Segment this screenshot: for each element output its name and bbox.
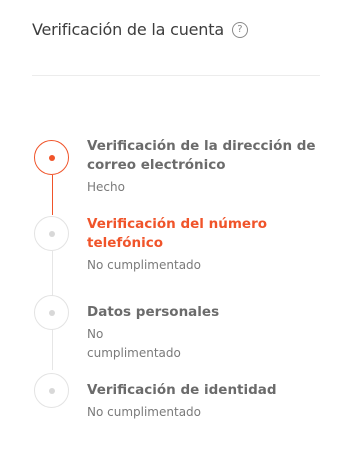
step-title-line: correo electrónico xyxy=(87,157,226,173)
step-status-personal-data: No cumplimentado xyxy=(87,325,327,363)
step-status-line: cumplimentado xyxy=(87,346,181,360)
step-title-phone[interactable]: Verificación del número telefónico xyxy=(87,215,327,253)
step-indicator-personal-data xyxy=(34,295,69,330)
step-title-line: Verificación de la dirección de xyxy=(87,138,316,154)
step-email: Verificación de la dirección de correo e… xyxy=(87,137,327,197)
help-icon[interactable]: ? xyxy=(231,21,248,38)
step-title-personal-data: Datos personales xyxy=(87,304,220,320)
step-status-email: Hecho xyxy=(87,180,125,194)
step-status-phone: No cumplimentado xyxy=(87,258,202,272)
page-header: Verificación de la cuenta ? xyxy=(32,20,248,39)
step-title-line: Verificación del número xyxy=(87,216,268,232)
step-phone[interactable]: Verificación del número telefónico No cu… xyxy=(87,215,327,275)
step-personal-data: Datos personales No cumplimentado xyxy=(87,303,327,363)
step-status-identity: No cumplimentado xyxy=(87,405,202,419)
step-title-email: Verificación de la dirección de correo e… xyxy=(87,137,327,175)
step-identity: Verificación de identidad No cumplimenta… xyxy=(87,381,327,422)
step-indicator-phone xyxy=(34,216,69,251)
page-title: Verificación de la cuenta xyxy=(32,20,224,39)
step-status-line: No xyxy=(87,327,104,341)
step-indicator-email xyxy=(34,140,69,175)
step-title-identity: Verificación de identidad xyxy=(87,382,277,398)
divider xyxy=(32,75,320,76)
step-indicator-identity xyxy=(34,373,69,408)
progress-line-completed xyxy=(52,175,53,215)
step-title-line: telefónico xyxy=(87,235,164,251)
